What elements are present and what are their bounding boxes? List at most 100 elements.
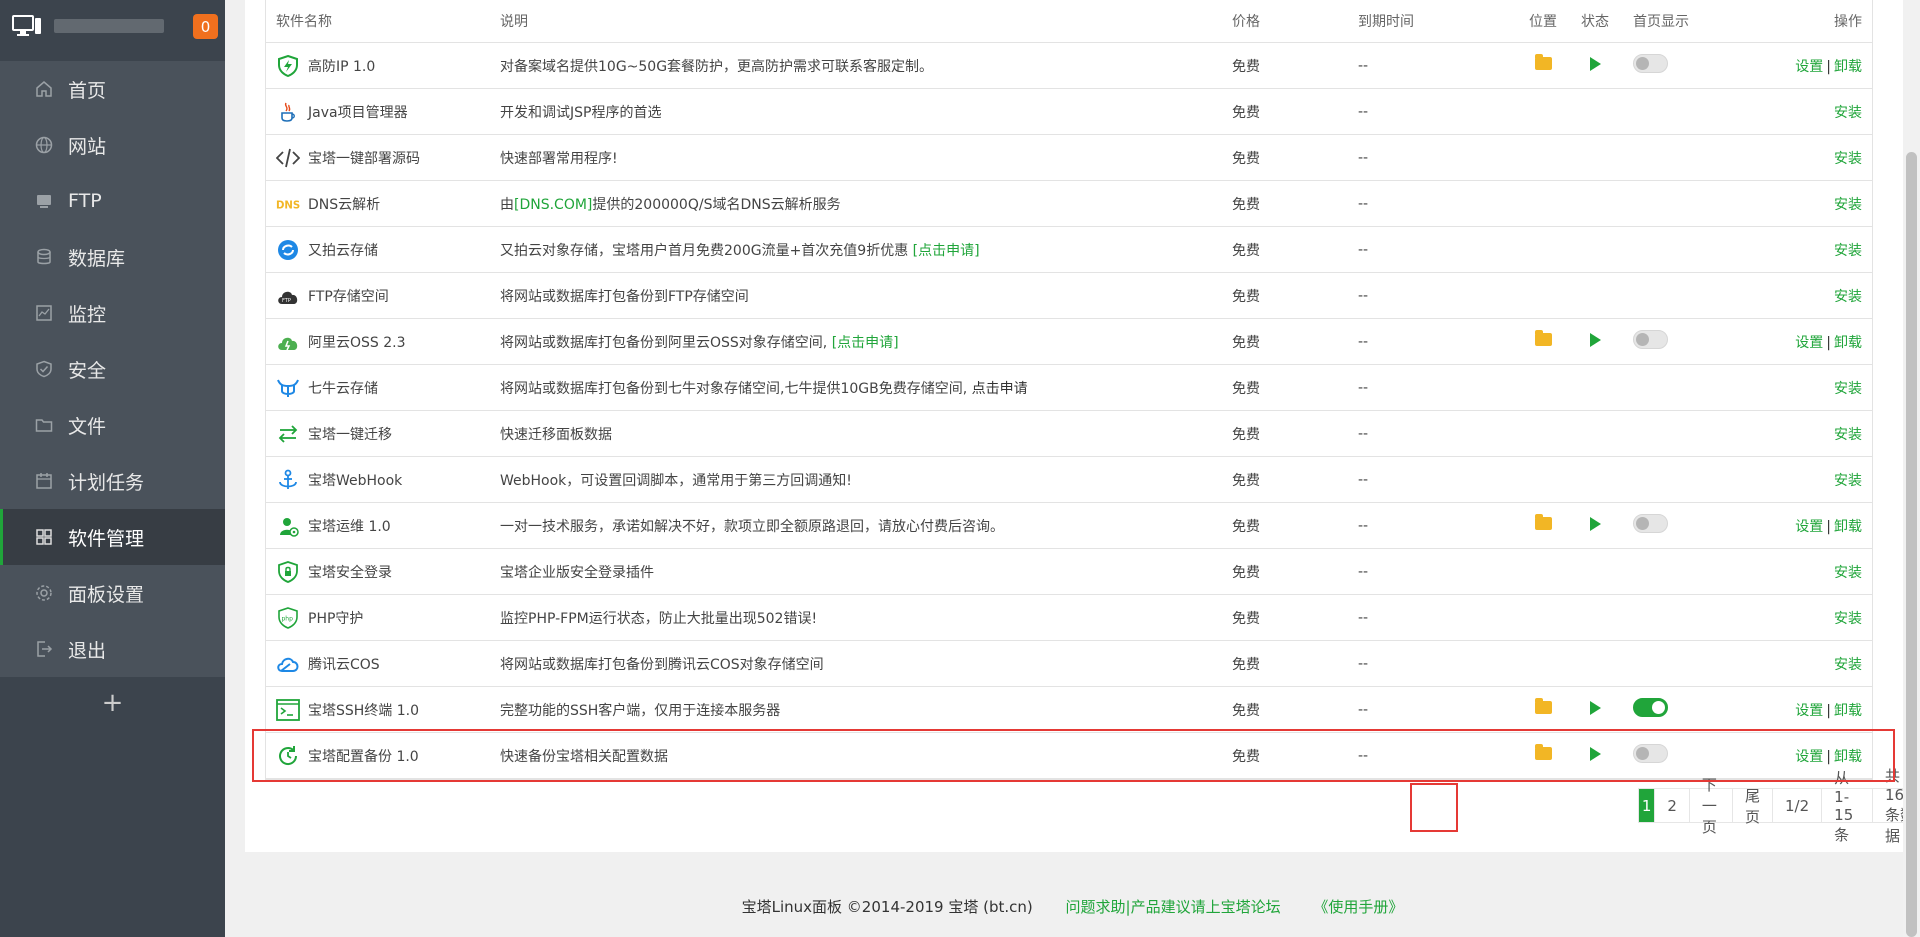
- sidebar-item-label: 监控: [68, 303, 107, 326]
- install-link[interactable]: 安装: [1834, 657, 1862, 673]
- uninstall-link[interactable]: 卸载: [1834, 59, 1862, 75]
- sidebar-item-4[interactable]: 监控: [0, 285, 225, 341]
- page-1-button[interactable]: 1: [1639, 789, 1655, 822]
- sidebar-item-5[interactable]: 安全: [0, 341, 225, 397]
- terminal-icon: [276, 698, 300, 722]
- install-link[interactable]: 安装: [1834, 611, 1862, 627]
- sidebar-item-3[interactable]: 数据库: [0, 229, 225, 285]
- running-status-icon[interactable]: [1589, 516, 1601, 531]
- install-link[interactable]: 安装: [1834, 105, 1862, 121]
- operations-cell: 安装: [1738, 102, 1872, 122]
- plugin-name[interactable]: 宝塔一键部署源码: [308, 148, 420, 168]
- plugin-name[interactable]: DNS云解析: [308, 194, 380, 214]
- running-status-icon[interactable]: [1589, 56, 1601, 71]
- home-display-toggle[interactable]: [1633, 330, 1668, 349]
- plugin-desc-link[interactable]: [点击申请]: [913, 243, 980, 259]
- add-shortcut-button[interactable]: +: [0, 688, 225, 718]
- sidebar-item-2[interactable]: FTP: [0, 173, 225, 229]
- home-icon: [34, 79, 54, 99]
- home-display-toggle[interactable]: [1633, 514, 1668, 533]
- plugin-name[interactable]: 高防IP 1.0: [308, 56, 375, 76]
- plugin-desc-link[interactable]: [DNS.COM]: [514, 197, 592, 213]
- last-page-button[interactable]: 尾页: [1732, 787, 1772, 826]
- sidebar-item-0[interactable]: 首页: [0, 61, 225, 117]
- scrollbar[interactable]: [1903, 0, 1920, 937]
- plugin-name[interactable]: 宝塔一键迁移: [308, 424, 392, 444]
- open-folder-icon[interactable]: [1534, 514, 1552, 530]
- settings-link[interactable]: 设置: [1795, 703, 1823, 719]
- plugin-name[interactable]: 宝塔SSH终端 1.0: [308, 700, 419, 720]
- location-cell: [1514, 514, 1572, 534]
- open-folder-icon[interactable]: [1534, 698, 1552, 714]
- plugin-desc: 将网站或数据库打包备份到FTP存储空间: [500, 288, 749, 305]
- next-page-button[interactable]: 下一页: [1688, 776, 1732, 836]
- plugin-name[interactable]: 宝塔运维 1.0: [308, 516, 391, 536]
- settings-link[interactable]: 设置: [1795, 335, 1823, 351]
- plugin-name[interactable]: 又拍云存储: [308, 240, 378, 260]
- plugin-name-cell: 宝塔一键部署源码: [266, 146, 491, 170]
- uninstall-link[interactable]: 卸载: [1834, 519, 1862, 535]
- notification-badge[interactable]: 0: [193, 14, 218, 39]
- sidebar-menu: 首页 网站 FTP 数据库监控安全 文件 计划任务 软件管理 面板设置 退出: [0, 61, 225, 677]
- plugin-desc-cell: 监控PHP-FPM运行状态，防止大批量出现502错误!: [491, 608, 1221, 628]
- install-link[interactable]: 安装: [1834, 289, 1862, 305]
- page-2-button[interactable]: 2: [1654, 789, 1689, 822]
- operations-cell: 安装: [1738, 470, 1872, 490]
- plugin-name[interactable]: 阿里云OSS 2.3: [308, 332, 406, 352]
- java-cup-icon: [276, 100, 300, 124]
- open-folder-icon[interactable]: [1534, 330, 1552, 346]
- running-status-icon[interactable]: [1589, 700, 1601, 715]
- header-ops: 操作: [1834, 14, 1862, 30]
- plugin-desc: 宝塔企业版安全登录插件: [500, 564, 654, 581]
- plugin-desc-cell: 将网站或数据库打包备份到七牛对象存储空间,七牛提供10GB免费存储空间, 点击申…: [491, 378, 1221, 398]
- qiniu-icon: [276, 376, 300, 400]
- running-status-icon[interactable]: [1589, 332, 1601, 347]
- manual-link[interactable]: 《使用手册》: [1313, 898, 1403, 916]
- plugin-name[interactable]: 腾讯云COS: [308, 654, 380, 674]
- uninstall-link[interactable]: 卸载: [1834, 335, 1862, 351]
- home-display-toggle[interactable]: [1633, 698, 1668, 717]
- open-folder-icon[interactable]: [1534, 54, 1552, 70]
- plugin-name-cell: 宝塔安全登录: [266, 560, 491, 584]
- sidebar-item-7[interactable]: 计划任务: [0, 453, 225, 509]
- sidebar-item-8[interactable]: 软件管理: [0, 509, 225, 565]
- sidebar-item-6[interactable]: 文件: [0, 397, 225, 453]
- sidebar-item-1[interactable]: 网站: [0, 117, 225, 173]
- plugin-desc: 对备案域名提供10G~50G套餐防护，更高防护需求可联系客服定制。: [500, 58, 934, 75]
- plugin-name[interactable]: 宝塔安全登录: [308, 562, 392, 582]
- forum-link[interactable]: 问题求助|产品建议请上宝塔论坛: [1066, 898, 1281, 916]
- header-location: 位置: [1529, 14, 1557, 30]
- install-link[interactable]: 安装: [1834, 197, 1862, 213]
- plugin-price: 免费: [1232, 610, 1260, 627]
- install-link[interactable]: 安装: [1834, 473, 1862, 489]
- plugin-name[interactable]: Java项目管理器: [308, 102, 408, 122]
- plugin-name[interactable]: FTP存储空间: [308, 286, 389, 306]
- home-display-toggle[interactable]: [1633, 54, 1668, 73]
- table-row: 七牛云存储 将网站或数据库打包备份到七牛对象存储空间,七牛提供10GB免费存储空间…: [266, 365, 1872, 411]
- plugin-name[interactable]: PHP守护: [308, 608, 363, 628]
- operations-cell: 安装: [1738, 608, 1872, 628]
- plugin-desc-link[interactable]: 点击申请: [972, 381, 1028, 397]
- plugin-name[interactable]: 七牛云存储: [308, 378, 378, 398]
- install-link[interactable]: 安装: [1834, 243, 1862, 259]
- install-link[interactable]: 安装: [1834, 565, 1862, 581]
- anchor-icon: [276, 468, 300, 492]
- scrollbar-thumb[interactable]: [1906, 152, 1917, 937]
- settings-link[interactable]: 设置: [1795, 519, 1823, 535]
- plugin-desc-link[interactable]: [点击申请]: [832, 335, 899, 351]
- install-link[interactable]: 安装: [1834, 427, 1862, 443]
- operations-cell: 安装: [1738, 286, 1872, 306]
- plugin-name-cell: 腾讯云COS: [266, 652, 491, 676]
- uninstall-link[interactable]: 卸载: [1834, 703, 1862, 719]
- install-link[interactable]: 安装: [1834, 151, 1862, 167]
- plugin-name[interactable]: 宝塔WebHook: [308, 470, 402, 490]
- install-link[interactable]: 安装: [1834, 381, 1862, 397]
- plugin-expire: --: [1358, 333, 1369, 350]
- plugin-name-cell: DNS DNS云解析: [266, 192, 491, 216]
- settings-link[interactable]: 设置: [1795, 59, 1823, 75]
- sidebar-item-10[interactable]: 退出: [0, 621, 225, 677]
- plugin-desc: 快速部署常用程序!: [500, 150, 618, 167]
- operations-cell: 安装: [1738, 240, 1872, 260]
- sidebar-item-9[interactable]: 面板设置: [0, 565, 225, 621]
- plugin-expire: --: [1358, 287, 1369, 304]
